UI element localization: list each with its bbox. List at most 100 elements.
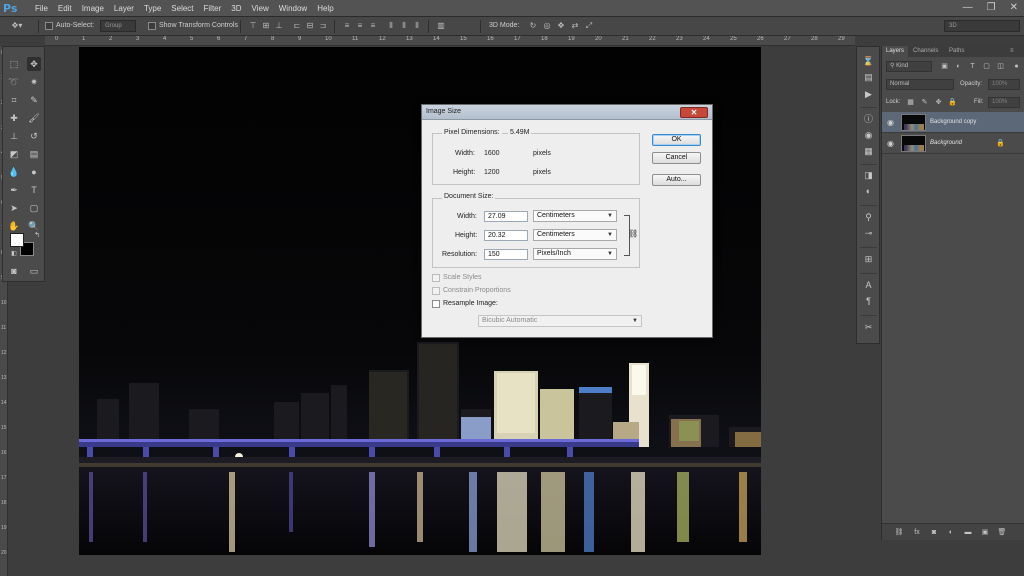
add-mask-icon[interactable]: ◙	[929, 528, 939, 537]
layer-style-icon[interactable]: fx	[912, 528, 922, 537]
paragraph-icon[interactable]: ¶	[862, 295, 875, 308]
healing-brush-tool-icon[interactable]: ✚	[7, 111, 21, 125]
tab-layers[interactable]: Layers	[882, 46, 909, 57]
3d-pan-icon[interactable]: ✥	[556, 21, 566, 31]
doc-width-input[interactable]: 27.09	[484, 211, 528, 222]
menu-3d[interactable]: 3D	[226, 0, 246, 17]
workspace-select[interactable]: 3D	[944, 20, 1020, 32]
lock-transparent-icon[interactable]: ▦	[906, 98, 915, 107]
auto-select-checkbox[interactable]	[45, 22, 53, 30]
brush-icon[interactable]: ⊸	[862, 227, 875, 240]
rectangle-tool-icon[interactable]: ▢	[27, 201, 41, 215]
clone-source-icon[interactable]: ⊞	[862, 253, 875, 266]
menu-layer[interactable]: Layer	[109, 0, 139, 17]
close-icon[interactable]: ✕	[1010, 2, 1018, 14]
opacity-input[interactable]: 100%	[988, 79, 1020, 90]
link-layers-icon[interactable]: ⛓	[894, 528, 904, 537]
align-left-icon[interactable]: ⊏	[292, 21, 302, 31]
menu-edit[interactable]: Edit	[53, 0, 77, 17]
delete-layer-icon[interactable]: 🗑	[997, 528, 1007, 537]
filter-pixel-icon[interactable]: ▣	[940, 62, 949, 71]
swatches-icon[interactable]: ▦	[862, 145, 875, 158]
hand-tool-icon[interactable]: ✋	[7, 219, 21, 233]
lock-image-icon[interactable]: ✎	[920, 98, 929, 107]
auto-align-icon[interactable]: ▥	[436, 21, 446, 31]
new-adjustment-icon[interactable]: ◐	[946, 528, 956, 537]
layer-row-background[interactable]: ◉ Background 🔒	[882, 133, 1024, 154]
actions-play-icon[interactable]: ▶	[862, 88, 875, 101]
type-tool-icon[interactable]: T	[27, 183, 41, 197]
quick-mask-icon[interactable]: ◙	[7, 264, 21, 278]
3d-scale-icon[interactable]: ⤢	[584, 21, 594, 31]
properties-icon[interactable]: ▤	[862, 71, 875, 84]
filter-smart-object-icon[interactable]: ◫	[996, 62, 1005, 71]
color-icon[interactable]: ◉	[862, 129, 875, 142]
show-transform-checkbox[interactable]	[148, 22, 156, 30]
foreground-color-swatch[interactable]	[10, 233, 24, 247]
menu-select[interactable]: Select	[166, 0, 198, 17]
cancel-button[interactable]: Cancel	[652, 152, 701, 164]
fill-input[interactable]: 100%	[988, 97, 1020, 108]
distribute-bottom-icon[interactable]: ≡	[368, 21, 378, 31]
layer-row-background-copy[interactable]: ◉ Background copy	[882, 112, 1024, 133]
brush-presets-icon[interactable]: ⚲	[862, 211, 875, 224]
filter-kind-select[interactable]: ⚲ Kind	[886, 61, 932, 72]
character-icon[interactable]: A	[862, 279, 875, 292]
resample-method-select[interactable]: Bicubic Automatic ▼	[478, 315, 642, 327]
eyedropper-tool-icon[interactable]: ✎	[27, 93, 41, 107]
move-tool-preset-icon[interactable]: ✥▾	[10, 21, 24, 31]
move-tool-icon[interactable]: ✥	[27, 57, 41, 71]
crop-tool-icon[interactable]: ⌗	[7, 93, 21, 107]
doc-height-unit-select[interactable]: Centimeters ▼	[533, 229, 617, 241]
swap-colors-icon[interactable]: ↰	[30, 229, 44, 243]
resolution-unit-select[interactable]: Pixels/Inch ▼	[533, 248, 617, 260]
filter-shape-icon[interactable]: ▢	[982, 62, 991, 71]
gradient-tool-icon[interactable]: ▤	[27, 147, 41, 161]
lasso-tool-icon[interactable]: ➰	[7, 75, 21, 89]
pen-tool-icon[interactable]: ✒	[7, 183, 21, 197]
screen-mode-icon[interactable]: ▭	[27, 264, 41, 278]
menu-image[interactable]: Image	[77, 0, 109, 17]
distribute-vcenter-icon[interactable]: ≡	[355, 21, 365, 31]
marquee-tool-icon[interactable]: ⬚	[7, 57, 21, 71]
distribute-top-icon[interactable]: ≡	[342, 21, 352, 31]
filter-type-icon[interactable]: T	[968, 62, 977, 71]
lock-all-icon[interactable]: 🔒	[948, 98, 957, 107]
tab-channels[interactable]: Channels	[909, 46, 942, 57]
auto-button[interactable]: Auto...	[652, 174, 701, 186]
resample-image-checkbox[interactable]	[432, 300, 440, 308]
3d-rotate-icon[interactable]: ↻	[528, 21, 538, 31]
tab-paths[interactable]: Paths	[945, 46, 968, 57]
filter-toggle-icon[interactable]: ●	[1012, 62, 1021, 71]
menu-view[interactable]: View	[247, 0, 274, 17]
distribute-right-icon[interactable]: ⦀	[412, 21, 422, 31]
info-icon[interactable]: ⓘ	[862, 113, 875, 126]
align-vcenter-icon[interactable]: ⊞	[261, 21, 271, 31]
auto-select-target-select[interactable]: Group	[100, 20, 136, 32]
panel-menu-icon[interactable]: ≡	[1006, 46, 1018, 57]
new-layer-icon[interactable]: ▣	[980, 528, 990, 537]
constrain-proportions-checkbox[interactable]	[432, 287, 440, 295]
tool-presets-icon[interactable]: ✂	[862, 321, 875, 334]
ok-button[interactable]: OK	[652, 134, 701, 146]
eye-icon[interactable]: ◉	[887, 139, 894, 148]
menu-help[interactable]: Help	[312, 0, 338, 17]
blend-mode-select[interactable]: Normal	[886, 79, 954, 90]
clone-stamp-tool-icon[interactable]: ⊥	[7, 129, 21, 143]
lock-position-icon[interactable]: ✥	[934, 98, 943, 107]
default-colors-icon[interactable]: ◧	[7, 247, 21, 261]
new-group-icon[interactable]: ▬	[963, 528, 973, 537]
dodge-tool-icon[interactable]: ●	[27, 165, 41, 179]
blur-tool-icon[interactable]: 💧	[7, 165, 21, 179]
history-icon[interactable]: ⌛	[862, 55, 875, 68]
menu-type[interactable]: Type	[139, 0, 166, 17]
3d-slide-icon[interactable]: ⇄	[570, 21, 580, 31]
adjustments-icon[interactable]: ◐	[862, 185, 875, 198]
3d-roll-icon[interactable]: ◎	[542, 21, 552, 31]
brush-tool-icon[interactable]: 🖌	[27, 111, 41, 125]
distribute-hcenter-icon[interactable]: ⦀	[399, 21, 409, 31]
menu-filter[interactable]: Filter	[199, 0, 227, 17]
filter-adjustment-icon[interactable]: ◐	[954, 62, 963, 71]
doc-width-unit-select[interactable]: Centimeters ▼	[533, 210, 617, 222]
doc-height-input[interactable]: 20.32	[484, 230, 528, 241]
